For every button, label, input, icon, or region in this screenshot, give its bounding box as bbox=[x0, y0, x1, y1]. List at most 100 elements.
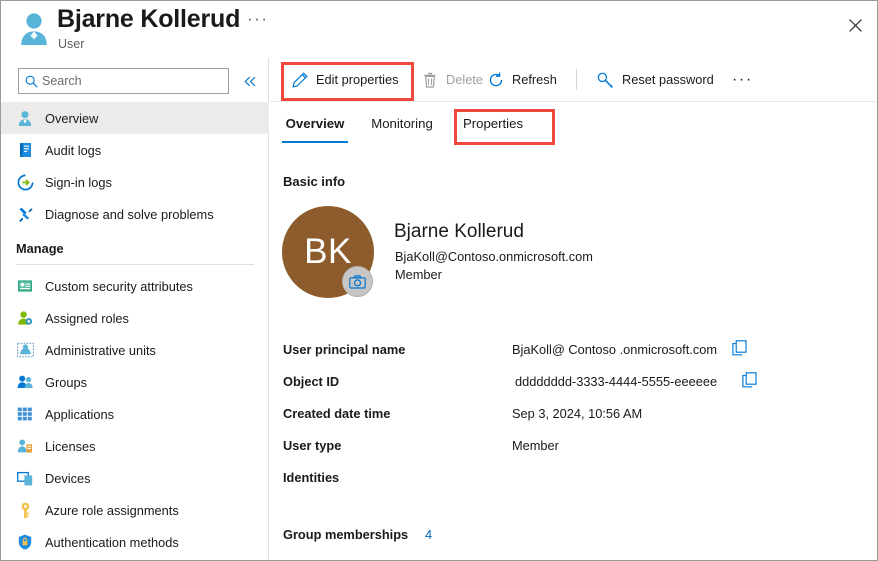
tab-label: Monitoring bbox=[371, 115, 433, 131]
sidebar-item-licenses[interactable]: Licenses bbox=[1, 430, 269, 462]
property-row-user-principal-name: User principal name BjaKoll@ Contoso .on… bbox=[270, 340, 877, 374]
tab-properties[interactable]: Properties bbox=[457, 102, 529, 144]
devices-icon bbox=[16, 469, 34, 487]
sidebar-item-label: Custom security attributes bbox=[45, 278, 193, 294]
chevron-double-left-icon[interactable] bbox=[239, 70, 261, 92]
shield-lock-icon bbox=[16, 533, 34, 551]
sidebar-item-overview[interactable]: Overview bbox=[1, 102, 269, 134]
property-row-identities: Identities bbox=[270, 470, 877, 502]
tab-label: Properties bbox=[462, 115, 524, 131]
property-row-created-date-time: Created date time Sep 3, 2024, 10:56 AM bbox=[270, 406, 877, 438]
applications-icon bbox=[16, 405, 34, 423]
licenses-icon bbox=[16, 437, 34, 455]
property-value: BjaKoll@ Contoso .onmicrosoft.com bbox=[512, 342, 718, 357]
property-value: Sep 3, 2024, 10:56 AM bbox=[512, 406, 643, 421]
sidebar-section-manage: Manage bbox=[16, 241, 64, 256]
refresh-icon bbox=[487, 71, 504, 88]
sidebar-item-label: Audit logs bbox=[45, 142, 102, 158]
sidebar-item-label: Assigned roles bbox=[45, 310, 129, 326]
group-memberships-count[interactable]: 4 bbox=[425, 527, 432, 542]
custom-security-attributes-icon bbox=[16, 277, 34, 295]
sidebar-item-diagnose-and-solve-problems[interactable]: Diagnose and solve problems bbox=[1, 198, 269, 230]
sidebar-item-label: Applications bbox=[45, 406, 115, 422]
edit-properties-label: Edit properties bbox=[316, 72, 399, 87]
copy-icon[interactable] bbox=[742, 372, 757, 393]
reset-password-label: Reset password bbox=[622, 72, 714, 87]
search-icon bbox=[25, 75, 38, 88]
sidebar-item-sign-in-logs[interactable]: Sign-in logs bbox=[1, 166, 269, 198]
sidebar-item-authentication-methods[interactable]: Authentication methods bbox=[1, 526, 269, 558]
sidebar-item-label: Diagnose and solve problems bbox=[45, 206, 214, 222]
tab-overview[interactable]: Overview bbox=[280, 102, 350, 144]
sidebar-item-label: Overview bbox=[45, 110, 99, 126]
sidebar-item-administrative-units[interactable]: Administrative units bbox=[1, 334, 269, 366]
property-label: User type bbox=[283, 438, 342, 453]
key-icon bbox=[16, 501, 34, 519]
avatar-initials: BK bbox=[304, 232, 352, 271]
sidebar-item-label: Authentication methods bbox=[45, 534, 179, 550]
sidebar-item-label: Administrative units bbox=[45, 342, 156, 358]
sidebar-item-label: Azure role assignments bbox=[45, 502, 179, 518]
sidebar-item-audit-logs[interactable]: Audit logs bbox=[1, 134, 269, 166]
sidebar-item-label: Licenses bbox=[45, 438, 96, 454]
edit-properties-button[interactable]: Edit properties bbox=[282, 58, 408, 101]
sidebar-search-row bbox=[1, 63, 269, 101]
page-subtitle: User bbox=[58, 37, 85, 51]
identity-user-type: Member bbox=[395, 267, 442, 282]
tab-active-underline bbox=[282, 141, 348, 143]
command-bar: Edit properties Delete Refresh Reset pas… bbox=[270, 58, 877, 102]
camera-icon[interactable] bbox=[342, 266, 373, 297]
copy-icon[interactable] bbox=[732, 340, 747, 361]
property-label: Object ID bbox=[283, 374, 340, 389]
group-memberships-label: Group memberships bbox=[283, 527, 409, 542]
sidebar: Overview Audit logs bbox=[1, 58, 269, 560]
basic-info-heading: Basic info bbox=[283, 174, 346, 189]
header-more-menu[interactable]: ··· bbox=[247, 10, 268, 27]
key-search-icon bbox=[597, 71, 614, 88]
refresh-label: Refresh bbox=[512, 72, 557, 87]
command-overflow-menu[interactable]: ··· bbox=[722, 58, 763, 101]
sidebar-item-azure-role-assignments[interactable]: Azure role assignments bbox=[1, 494, 269, 526]
property-label: User principal name bbox=[283, 342, 406, 357]
sidebar-item-devices[interactable]: Devices bbox=[1, 462, 269, 494]
sidebar-item-applications[interactable]: Applications bbox=[1, 398, 269, 430]
sidebar-item-label: Devices bbox=[45, 470, 91, 486]
search-input[interactable] bbox=[42, 74, 228, 88]
assigned-roles-icon bbox=[16, 309, 34, 327]
sidebar-item-assigned-roles[interactable]: Assigned roles bbox=[1, 302, 269, 334]
blade-header: Bjarne Kollerud ··· User bbox=[1, 1, 877, 58]
close-button[interactable] bbox=[839, 9, 871, 41]
search-box[interactable] bbox=[18, 68, 229, 94]
user-icon bbox=[16, 109, 34, 127]
tab-bar: Overview Monitoring Properties bbox=[270, 102, 877, 146]
sidebar-item-label: Sign-in logs bbox=[45, 174, 112, 190]
page-title: Bjarne Kollerud bbox=[57, 5, 241, 33]
property-value: dddddddd-3333-4444-5555-eeeeee bbox=[515, 374, 718, 389]
property-value: Member bbox=[512, 438, 559, 453]
trash-icon bbox=[421, 71, 438, 88]
identity-upn: BjaKoll@Contoso.onmicrosoft.com bbox=[395, 249, 593, 264]
avatar: BK bbox=[282, 206, 380, 304]
audit-log-icon bbox=[16, 141, 34, 159]
pencil-icon bbox=[291, 71, 308, 88]
sidebar-item-groups[interactable]: Groups bbox=[1, 366, 269, 398]
property-label: Identities bbox=[283, 470, 340, 485]
command-separator bbox=[576, 69, 577, 90]
tab-monitoring[interactable]: Monitoring bbox=[362, 102, 442, 144]
reset-password-button[interactable]: Reset password bbox=[588, 58, 723, 101]
property-row-user-type: User type Member bbox=[270, 438, 877, 470]
sidebar-item-label: Groups bbox=[45, 374, 87, 390]
sign-in-icon bbox=[16, 173, 34, 191]
property-row-object-id: Object ID dddddddd-3333-4444-5555-eeeeee bbox=[270, 372, 877, 406]
sidebar-item-custom-security-attributes[interactable]: Custom security attributes bbox=[1, 270, 269, 302]
tab-label: Overview bbox=[285, 115, 345, 131]
user-overview-blade: Bjarne Kollerud ··· User Search Overview… bbox=[0, 0, 878, 561]
refresh-button[interactable]: Refresh bbox=[478, 58, 566, 101]
property-label: Created date time bbox=[283, 406, 391, 421]
content-panel: Basic info BK Bjarne Kollerud BjaKoll@Co… bbox=[270, 146, 877, 560]
identity-display-name: Bjarne Kollerud bbox=[394, 221, 524, 242]
groups-icon bbox=[16, 373, 34, 391]
sidebar-divider bbox=[16, 264, 254, 265]
diagnose-icon bbox=[16, 205, 34, 223]
user-icon bbox=[17, 11, 51, 47]
